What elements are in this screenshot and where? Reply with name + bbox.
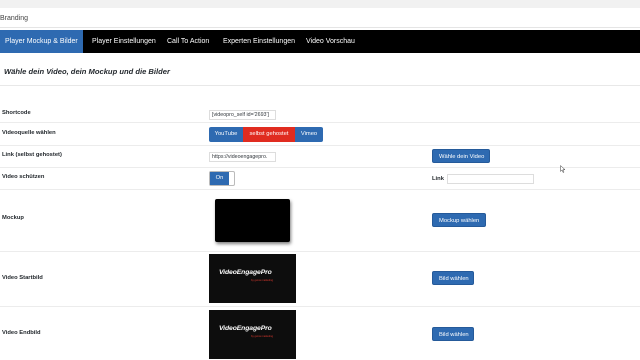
choose-video-button[interactable]: Wähle dein Video xyxy=(432,149,490,163)
start-image-label: Video Startbild xyxy=(2,275,43,281)
branding-bar: Branding xyxy=(0,12,640,28)
section-header: Wähle dein Video, dein Mockup und die Bi… xyxy=(0,58,640,86)
start-image-thumbnail: VideoEngagePro by gurus marketing xyxy=(209,254,296,303)
thumb-tag-text: by gurus marketing xyxy=(251,279,274,282)
mockup-preview xyxy=(215,199,290,242)
mouse-cursor-icon xyxy=(560,165,566,173)
row-divider xyxy=(0,189,640,190)
top-strip xyxy=(0,0,640,8)
choose-end-image-button[interactable]: Bild wählen xyxy=(432,327,474,341)
row-divider xyxy=(0,167,640,168)
source-self-hosted-button[interactable]: selbst gehostet xyxy=(243,127,295,142)
choose-start-image-button[interactable]: Bild wählen xyxy=(432,271,474,285)
row-divider xyxy=(0,122,640,123)
protect-video-label: Video schützen xyxy=(2,174,45,180)
tab-player-mockup-bilder[interactable]: Player Mockup & Bilder xyxy=(0,30,83,53)
thumb-brand-text: VideoEngagePro xyxy=(219,269,272,276)
video-source-label: Videoquelle wählen xyxy=(2,130,56,136)
tab-experten-einstellungen[interactable]: Experten Einstellungen xyxy=(218,30,300,53)
link-label: Link xyxy=(432,176,444,182)
mockup-label: Mockup xyxy=(2,215,24,221)
row-divider xyxy=(0,251,640,252)
tab-call-to-action[interactable]: Call To Action xyxy=(162,30,214,53)
protect-video-toggle[interactable]: On xyxy=(209,171,235,186)
link-input[interactable] xyxy=(447,174,534,184)
row-divider xyxy=(0,306,640,307)
end-image-label: Video Endbild xyxy=(2,330,41,336)
thumb-tag-text: by gurus marketing xyxy=(251,335,274,338)
shortcode-field[interactable]: [videopro_self id='2693'] xyxy=(209,110,276,120)
branding-label: Branding xyxy=(0,15,29,22)
tab-bar: Player Mockup & Bilder Player Einstellun… xyxy=(0,30,640,53)
source-vimeo-button[interactable]: Vimeo xyxy=(295,127,323,142)
tab-player-einstellungen[interactable]: Player Einstellungen xyxy=(87,30,161,53)
section-title: Wähle dein Video, dein Mockup und die Bi… xyxy=(4,67,170,76)
tab-video-vorschau[interactable]: Video Vorschau xyxy=(301,30,360,53)
row-divider xyxy=(0,145,640,146)
choose-mockup-button[interactable]: Mockup wählen xyxy=(432,213,486,227)
toggle-on-label: On xyxy=(210,172,229,185)
thumb-brand-text: VideoEngagePro xyxy=(219,325,272,332)
source-youtube-button[interactable]: YouTube xyxy=(209,127,243,142)
shortcode-label: Shortcode xyxy=(2,110,31,116)
end-image-thumbnail: VideoEngagePro by gurus marketing xyxy=(209,310,296,359)
self-hosted-link-input[interactable]: https://videoengagepro. xyxy=(209,152,276,162)
self-hosted-link-label: Link (selbst gehostet) xyxy=(2,152,62,158)
